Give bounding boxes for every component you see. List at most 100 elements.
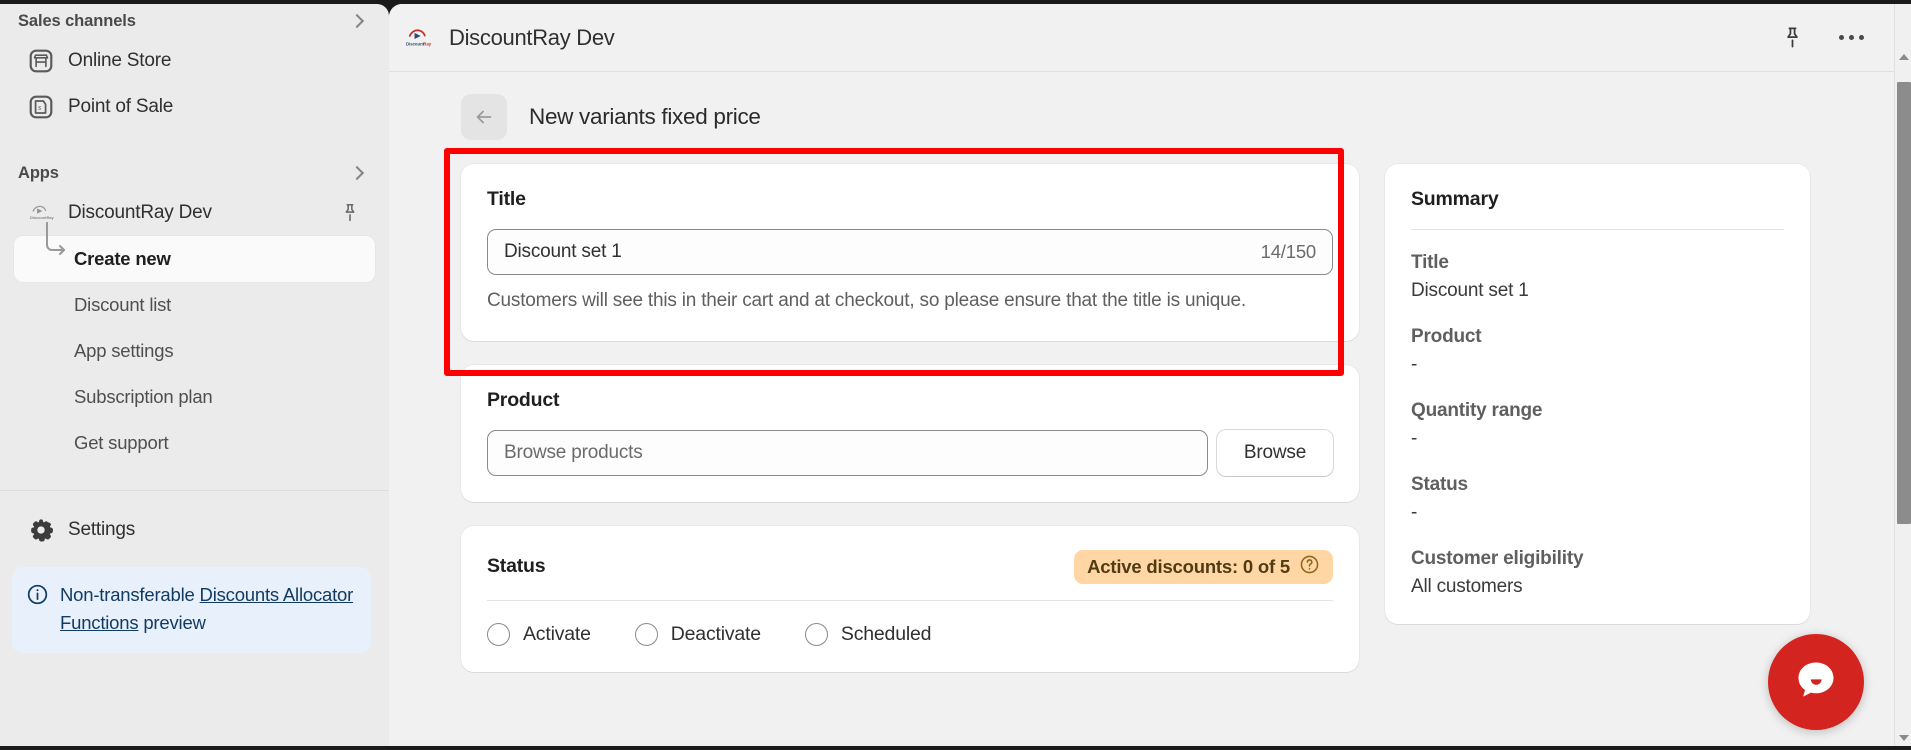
summary-item-quantity-range: Quantity range - [1411, 400, 1784, 450]
svg-text:DiscountRay: DiscountRay [30, 215, 54, 220]
preview-banner: Non-transferable Discounts Allocator Fun… [12, 567, 371, 653]
title-card-heading: Title [487, 188, 526, 210]
discountray-logo-icon: DiscountRay [28, 200, 55, 226]
title-card: Title Discount set 1 14/150 Customers wi… [461, 164, 1359, 341]
sidebar-item-label: Get support [74, 432, 169, 453]
sidebar-item-label: Create new [74, 248, 171, 269]
discountray-logo-icon: Discount Ray [405, 23, 435, 53]
back-button[interactable] [461, 94, 507, 140]
scrollbar-thumb[interactable] [1897, 82, 1911, 524]
svg-text:Ray: Ray [423, 41, 431, 46]
summary-heading: Summary [1411, 188, 1499, 210]
sidebar-section-apps[interactable]: Apps [0, 156, 389, 190]
banner-text: Non-transferable Discounts Allocator Fun… [60, 581, 357, 637]
radio-label: Activate [523, 622, 591, 645]
sidebar-item-get-support[interactable]: Get support [14, 420, 375, 466]
radio-indicator[interactable] [804, 622, 828, 646]
main-scroll-area: New variants fixed price Title Discount … [389, 72, 1894, 746]
sidebar-item-label: App settings [74, 340, 174, 361]
banner-suffix: preview [138, 611, 206, 633]
title-input-value: Discount set 1 [504, 241, 622, 262]
pin-icon[interactable] [1779, 25, 1805, 51]
app-title: DiscountRay Dev [449, 24, 615, 50]
product-search-input[interactable]: Browse products [487, 429, 1208, 476]
app-topbar: Discount Ray DiscountRay Dev [389, 4, 1894, 72]
app-window: Sales channels Online Store s Point of S… [0, 0, 1911, 750]
sidebar-section-sales-channels[interactable]: Sales channels [0, 4, 389, 38]
summary-column: Summary Title Discount set 1 Product - Q… [1385, 94, 1810, 696]
chat-launcher-button[interactable] [1768, 634, 1864, 730]
page-title: New variants fixed price [529, 104, 761, 129]
summary-item-product: Product - [1411, 326, 1784, 376]
status-radio-group: Activate Deactivate Scheduled [487, 622, 1333, 646]
radio-indicator[interactable] [634, 622, 658, 646]
title-input[interactable]: Discount set 1 14/150 [487, 229, 1333, 275]
summary-value: - [1411, 354, 1418, 375]
summary-key: Quantity range [1411, 400, 1543, 421]
sidebar-item-create-new[interactable]: Create new [14, 221, 375, 282]
svg-text:Discount: Discount [406, 41, 425, 46]
summary-key: Status [1411, 474, 1468, 495]
sidebar-item-app-settings[interactable]: App settings [14, 328, 375, 374]
chevron-right-icon[interactable] [347, 163, 367, 183]
sidebar-item-subscription-plan[interactable]: Subscription plan [14, 374, 375, 420]
desktop-background-strip [0, 746, 1911, 750]
summary-divider [1411, 229, 1784, 230]
status-card-header: Status Active discounts: 0 of 5 [487, 549, 1333, 584]
summary-item-title: Title Discount set 1 [1411, 252, 1784, 302]
status-option-activate[interactable]: Activate [487, 622, 591, 646]
gear-icon [28, 517, 54, 543]
form-column: New variants fixed price Title Discount … [444, 94, 1359, 696]
info-icon [26, 583, 49, 637]
summary-key: Title [1411, 252, 1449, 273]
status-divider [487, 599, 1333, 601]
apps-label: Apps [18, 163, 59, 182]
sidebar-item-discount-list[interactable]: Discount list [14, 282, 375, 328]
main-pane: Discount Ray DiscountRay Dev New variant… [389, 4, 1894, 746]
summary-key: Product [1411, 326, 1482, 347]
chevron-right-icon[interactable] [347, 11, 367, 31]
topbar-actions [1779, 25, 1864, 51]
browse-button[interactable]: Browse [1217, 429, 1333, 476]
summary-value: All customers [1411, 576, 1523, 597]
pin-icon[interactable] [339, 202, 361, 224]
summary-value: - [1411, 428, 1418, 449]
scroll-up-arrow-icon[interactable] [1895, 48, 1911, 65]
banner-prefix: Non-transferable [60, 584, 200, 605]
radio-label: Deactivate [670, 622, 761, 645]
product-card-heading: Product [487, 388, 560, 411]
summary-key: Customer eligibility [1411, 548, 1584, 569]
title-card-highlight-wrapper: Title Discount set 1 14/150 Customers wi… [444, 148, 1359, 376]
sidebar-item-settings[interactable]: Settings [14, 507, 375, 553]
vertical-scrollbar[interactable] [1894, 4, 1911, 746]
sidebar-item-label: Online Store [68, 50, 172, 71]
sidebar-item-label: Subscription plan [74, 386, 213, 407]
status-badge-text: Active discounts: 0 of 5 [1087, 555, 1290, 577]
status-option-scheduled[interactable]: Scheduled [804, 622, 931, 646]
page-header: New variants fixed price [461, 94, 1359, 140]
product-search-placeholder: Browse products [504, 441, 643, 463]
status-card-heading: Status [487, 555, 546, 578]
sidebar-item-discountray-dev[interactable]: DiscountRay DiscountRay Dev [14, 190, 375, 236]
status-card: Status Active discounts: 0 of 5 Activate… [461, 525, 1359, 672]
svg-text:s: s [38, 103, 41, 112]
status-option-deactivate[interactable]: Deactivate [634, 622, 761, 646]
active-discounts-badge: Active discounts: 0 of 5 [1074, 549, 1333, 584]
sidebar-item-label: Settings [68, 519, 136, 540]
summary-value: - [1411, 502, 1418, 523]
title-helper-text: Customers will see this in their cart an… [487, 290, 1246, 311]
summary-item-customer-eligibility: Customer eligibility All customers [1411, 548, 1784, 598]
scroll-down-arrow-icon[interactable] [1895, 729, 1911, 746]
help-circle-icon[interactable] [1299, 554, 1320, 580]
chat-bubble-icon [1788, 652, 1844, 713]
sales-channels-label: Sales channels [18, 11, 136, 30]
sidebar: Sales channels Online Store s Point of S… [0, 4, 389, 746]
product-card: Product Browse products Browse [461, 364, 1359, 502]
sidebar-item-point-of-sale[interactable]: s Point of Sale [14, 84, 375, 130]
product-search-row: Browse products Browse [487, 429, 1333, 476]
radio-indicator[interactable] [487, 622, 510, 646]
sidebar-item-online-store[interactable]: Online Store [14, 38, 375, 84]
more-horizontal-icon[interactable] [1838, 25, 1864, 51]
sidebar-item-label: Point of Sale [68, 96, 174, 117]
point-of-sale-icon: s [28, 94, 54, 120]
